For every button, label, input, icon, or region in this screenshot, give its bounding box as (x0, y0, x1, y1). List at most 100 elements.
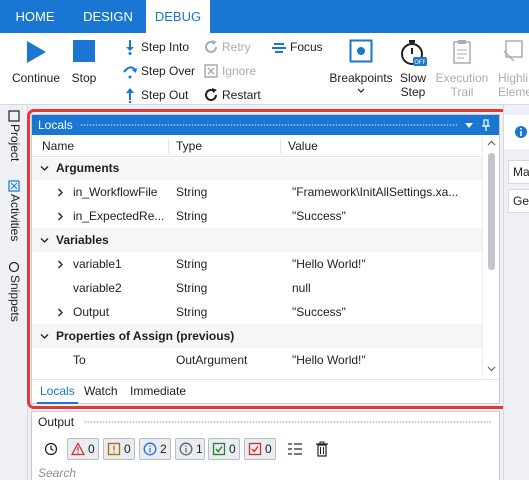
right-panel-item[interactable]: Ma (508, 160, 529, 184)
variable-value[interactable]: "Success" (292, 204, 480, 228)
chevron-right-icon[interactable] (56, 212, 65, 221)
chevron-down-icon[interactable] (40, 164, 49, 173)
trash-icon[interactable] (315, 441, 329, 457)
clock-icon[interactable] (44, 442, 58, 456)
side-tab-project[interactable]: Project (0, 110, 28, 180)
variable-name: To (73, 353, 86, 367)
side-tab-snippets[interactable]: Snippets (0, 261, 28, 341)
locals-group-row[interactable]: Arguments (32, 158, 482, 180)
focus-icon (272, 43, 286, 53)
chevron-right-icon[interactable] (56, 188, 65, 197)
variable-type: OutArgument (176, 353, 248, 367)
column-value[interactable]: Value (282, 135, 318, 157)
slow-step-button[interactable]: OFF Slow Step (394, 33, 432, 105)
highlight-elements-button[interactable]: Highli Eleme (492, 33, 529, 105)
tab-design[interactable]: DESIGN (70, 0, 146, 33)
step-into-icon (126, 40, 134, 55)
group-label: Arguments (56, 161, 120, 175)
variable-name: Value (73, 372, 168, 377)
variable-value[interactable]: "Hello World!" (292, 348, 480, 372)
snippets-icon (8, 261, 20, 273)
output-filter-success[interactable]: 0 (208, 438, 240, 460)
filter-count: 0 (229, 442, 236, 456)
variable-type: String (176, 281, 208, 295)
locals-variable-row[interactable]: variable2 String null (32, 276, 482, 300)
locals-variable-row[interactable]: in_ExpectedRe... String "Success" (32, 204, 482, 228)
info-icon[interactable] (514, 125, 528, 139)
variable-value[interactable]: "Hello World!" (292, 372, 480, 377)
column-divider[interactable] (280, 138, 281, 154)
variable-value[interactable]: "Framework\InitAllSettings.xa... (292, 180, 480, 204)
execution-trail-button[interactable]: Execution Trail (432, 33, 492, 105)
debug-ribbon: Continue Stop Step Into Step Over Step O… (0, 33, 529, 105)
right-panel-item[interactable]: Gen (508, 189, 529, 213)
activities-icon (8, 180, 20, 192)
play-icon (27, 41, 46, 63)
column-type[interactable]: Type (170, 135, 202, 157)
right-side-panel: Ma Gen (503, 105, 529, 480)
retry-label: Retry (222, 40, 251, 54)
chevron-down-icon[interactable] (40, 236, 49, 245)
locals-panel: Locals Name Type Value Arguments in_Workf… (31, 114, 500, 404)
locals-scrollbar[interactable] (482, 135, 499, 377)
column-divider[interactable] (168, 138, 169, 154)
filter-count: 2 (160, 442, 167, 456)
locals-variable-row[interactable]: Output String "Success" (32, 300, 482, 324)
locals-group-row[interactable]: Properties of Assign (previous) (32, 324, 482, 348)
group-label: Variables (56, 233, 109, 247)
focus-label: Focus (290, 40, 323, 54)
ribbon-tab-bar: HOME DESIGN DEBUG (0, 0, 529, 33)
panel-menu-chevron-icon[interactable] (462, 118, 476, 132)
pin-icon[interactable] (479, 118, 493, 132)
variable-value[interactable]: "Hello World!" (292, 252, 480, 276)
output-filter-info[interactable]: 2 (139, 438, 171, 460)
chevron-right-icon[interactable] (56, 260, 65, 269)
filter-count: 0 (88, 442, 95, 456)
step-over-label: Step Over (141, 64, 196, 78)
group-label: Properties of Assign (previous) (56, 329, 235, 343)
scroll-up-icon[interactable] (487, 139, 496, 148)
continue-button[interactable]: Continue (6, 33, 66, 105)
side-tab-activities[interactable]: Activities (0, 180, 28, 260)
chevron-down-icon[interactable] (40, 332, 49, 341)
tab-home[interactable]: HOME (0, 0, 70, 33)
output-filter-error[interactable]: 0 (67, 438, 99, 460)
stop-button[interactable]: Stop (66, 33, 102, 105)
variable-value[interactable]: null (292, 276, 480, 300)
filter-count: 0 (265, 442, 272, 456)
info-icon (143, 442, 157, 456)
variable-value[interactable]: "Success" (292, 300, 480, 324)
output-search-input[interactable]: Search (38, 466, 76, 480)
scrollbar-thumb[interactable] (488, 153, 495, 270)
tab-immediate[interactable]: Immediate (127, 380, 189, 404)
locals-variable-row[interactable]: variable1 String "Hello World!" (32, 252, 482, 276)
list-filter-icon[interactable] (287, 442, 303, 456)
locals-variable-row[interactable]: in_WorkflowFile String "Framework\InitAllS… (32, 180, 482, 204)
retry-icon (205, 40, 217, 53)
output-filter-trace[interactable]: 1 (175, 438, 205, 460)
locals-group-row[interactable]: Variables (32, 228, 482, 252)
locals-variable-row[interactable]: To OutArgument "Hello World!" (32, 348, 482, 372)
scroll-down-icon[interactable] (487, 364, 496, 373)
tab-locals[interactable]: Locals (37, 380, 78, 404)
restart-icon (205, 88, 217, 101)
stopwatch-icon: OFF (401, 40, 427, 66)
chevron-right-icon[interactable] (56, 308, 65, 317)
variable-type: InArgument (176, 372, 280, 377)
tab-watch[interactable]: Watch (81, 380, 121, 404)
locals-variable-row[interactable]: Value InArgument "Hello World!" (32, 372, 482, 377)
column-name[interactable]: Name (36, 135, 74, 157)
variable-type: String (176, 209, 208, 223)
slow-step-label-line2: Step (400, 85, 426, 99)
project-icon (8, 110, 20, 122)
chevron-down-icon (357, 88, 365, 93)
tab-debug[interactable]: DEBUG (146, 0, 210, 33)
output-filter-fail-check[interactable]: 0 (244, 438, 276, 460)
output-filter-warning[interactable]: 0 (103, 438, 135, 460)
fail-check-icon (248, 442, 262, 456)
variable-type: String (176, 185, 208, 199)
side-tab-activities-label: Activities (8, 194, 22, 242)
step-over-icon (123, 66, 137, 79)
breakpoints-button[interactable]: Breakpoints (328, 33, 394, 105)
variable-type: String (176, 257, 208, 271)
